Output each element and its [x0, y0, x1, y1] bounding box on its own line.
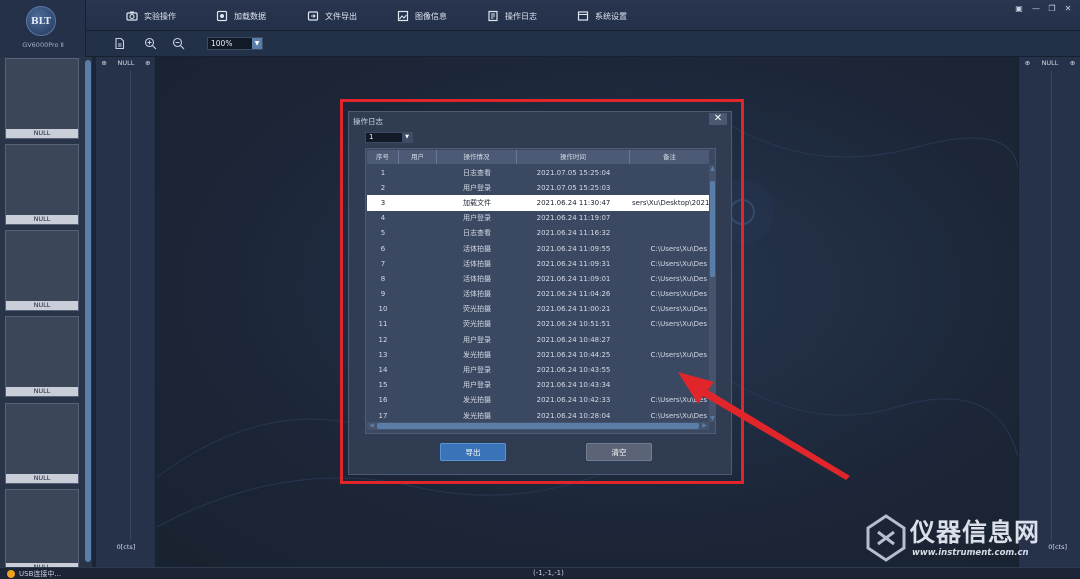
zoom-in-icon[interactable]: ⊕ — [145, 59, 150, 67]
thumbnail[interactable]: NULL — [5, 58, 79, 139]
left-panel-header: ⊕ NULL ⊕ — [96, 57, 156, 69]
left-strip — [101, 71, 131, 541]
status-text: USB连接中... — [19, 570, 62, 578]
zoom-in-icon[interactable]: ⊕ — [101, 59, 106, 67]
thumbnail[interactable]: NULL — [5, 230, 79, 311]
right-panel-header: ⊕ NULL ⊕ — [1019, 57, 1080, 69]
image-info-icon — [397, 10, 409, 22]
zoom-in-icon — [144, 37, 157, 50]
logo-area: BLT GV6000Pro Ⅱ — [0, 0, 86, 57]
zoom-value: 100% — [211, 39, 233, 48]
thumbnail-scrollbar[interactable] — [84, 57, 92, 567]
menu-system-settings-label: 系统设置 — [595, 11, 627, 21]
watermark-text: 仪器信息网 — [910, 518, 1041, 547]
thumbnail[interactable]: NULL — [5, 144, 79, 225]
watermark-logo-icon — [866, 514, 906, 562]
zoom-in-icon[interactable]: ⊕ — [1070, 59, 1075, 67]
load-data-icon — [216, 10, 228, 22]
thumbnail[interactable]: NULL — [5, 489, 79, 572]
right-strip — [1051, 71, 1075, 541]
restore-button[interactable]: ❐ — [1045, 4, 1059, 14]
right-panel-title: NULL — [1041, 59, 1059, 67]
thumbnail-label: NULL — [6, 215, 78, 224]
camera-icon — [126, 11, 138, 21]
window-menu-button[interactable]: ▣ — [1012, 4, 1026, 14]
red-arrow-annotation — [678, 372, 850, 480]
top-menu-bar: 实验操作 加载数据 文件导出 图像信息 操作日志 系统设置 ▣ — ❐ ✕ — [0, 0, 1080, 31]
chevron-down-icon[interactable]: ▼ — [252, 38, 262, 49]
zoom-out-icon — [172, 37, 185, 50]
menu-image-info-label: 图像信息 — [415, 11, 447, 21]
logo: BLT — [26, 6, 56, 36]
save-image-button[interactable] — [113, 37, 126, 50]
thumbnail[interactable]: NULL — [5, 403, 79, 484]
thumbnail-panel: NULL NULL NULL NULL NULL NULL — [0, 57, 84, 572]
status-bar: USB连接中... (-1,-1,-1) — [0, 567, 1080, 579]
log-icon — [488, 10, 498, 22]
usb-status-icon — [7, 570, 15, 578]
image-toolbar: 100% ▼ — [86, 31, 1080, 57]
menu-system-settings[interactable]: 系统设置 — [577, 8, 627, 24]
menu-operation-log[interactable]: 操作日志 — [487, 8, 537, 24]
thumbnail-label: NULL — [6, 301, 78, 310]
menu-load-data-label: 加载数据 — [234, 11, 266, 21]
menu-file-export[interactable]: 文件导出 — [307, 8, 357, 24]
menu-operation-log-label: 操作日志 — [505, 11, 537, 21]
menu-experiment[interactable]: 实验操作 — [126, 8, 176, 24]
menu-experiment-label: 实验操作 — [144, 11, 176, 21]
zoom-out-button[interactable] — [172, 37, 185, 50]
close-window-button[interactable]: ✕ — [1061, 4, 1075, 14]
zoom-in-button[interactable] — [144, 37, 157, 50]
settings-icon — [577, 11, 589, 21]
coordinate-readout: (-1,-1,-1) — [533, 569, 564, 577]
menu-load-data[interactable]: 加载数据 — [216, 8, 266, 24]
menu-file-export-label: 文件导出 — [325, 11, 357, 21]
minimize-button[interactable]: — — [1029, 4, 1043, 14]
right-image-panel: ⊕ NULL ⊕ 0[cts] — [1018, 57, 1080, 567]
folder-export-icon — [307, 11, 319, 21]
thumbnail[interactable]: NULL — [5, 316, 79, 397]
thumbnail-label: NULL — [6, 129, 78, 138]
product-name: GV6000Pro Ⅱ — [22, 41, 64, 49]
watermark: 仪器信息网 www.instrument.com.cn — [862, 512, 1072, 564]
thumbnail-label: NULL — [6, 387, 78, 396]
thumbnail-label: NULL — [6, 474, 78, 483]
left-panel-title: NULL — [117, 59, 135, 67]
menu-image-info[interactable]: 图像信息 — [397, 8, 447, 24]
document-icon — [115, 37, 125, 50]
zoom-in-icon[interactable]: ⊕ — [1025, 59, 1030, 67]
watermark-url: www.instrument.com.cn — [912, 548, 1029, 558]
left-image-panel: ⊕ NULL ⊕ 0[cts] — [96, 57, 156, 567]
zoom-select[interactable]: 100% ▼ — [207, 37, 263, 50]
scrollbar-thumb[interactable] — [85, 60, 91, 562]
left-cts-value: 0[cts] — [116, 543, 136, 551]
